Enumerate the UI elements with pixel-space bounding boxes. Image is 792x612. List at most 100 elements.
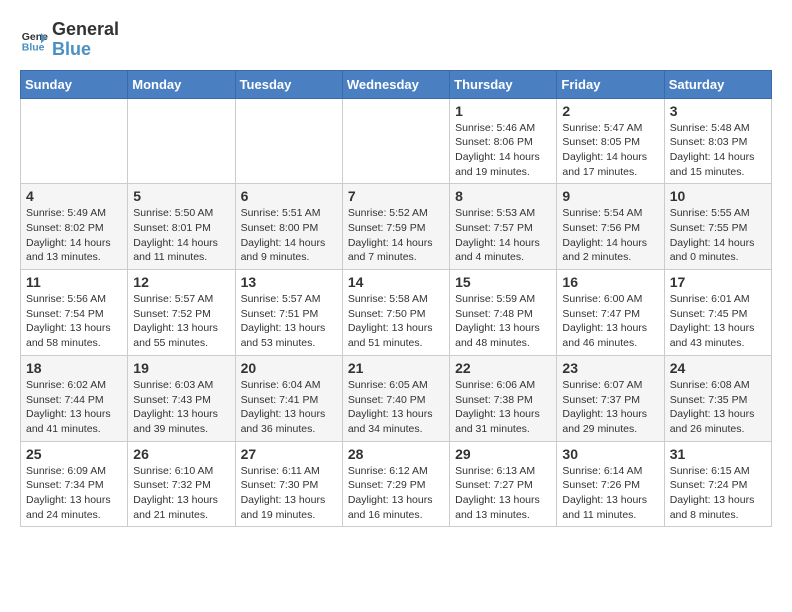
day-number: 25 <box>26 446 122 462</box>
calendar-day-cell: 20 Sunrise: 6:04 AM Sunset: 7:41 PM Dayli… <box>235 355 342 441</box>
day-number: 6 <box>241 188 337 204</box>
day-number: 27 <box>241 446 337 462</box>
calendar-day-cell <box>21 98 128 184</box>
calendar-day-cell: 10Sunrise: 5:55 AM Sunset: 7:55 PM Dayli… <box>664 184 771 270</box>
calendar-day-cell: 7 Sunrise: 5:52 AM Sunset: 7:59 PM Daylig… <box>342 184 449 270</box>
day-number: 1 <box>455 103 551 119</box>
day-number: 26 <box>133 446 229 462</box>
day-number: 7 <box>348 188 444 204</box>
day-number: 12 <box>133 274 229 290</box>
day-info: Sunrise: 6:08 AM Sunset: 7:35 PM Dayligh… <box>670 378 766 437</box>
day-of-week-header: Saturday <box>664 70 771 98</box>
calendar-day-cell <box>235 98 342 184</box>
day-number: 18 <box>26 360 122 376</box>
calendar-day-cell: 18Sunrise: 6:02 AM Sunset: 7:44 PM Dayli… <box>21 355 128 441</box>
day-info: Sunrise: 6:12 AM Sunset: 7:29 PM Dayligh… <box>348 464 444 523</box>
calendar-day-cell: 3Sunrise: 5:48 AM Sunset: 8:03 PM Daylig… <box>664 98 771 184</box>
svg-text:Blue: Blue <box>22 41 45 53</box>
day-info: Sunrise: 6:07 AM Sunset: 7:37 PM Dayligh… <box>562 378 658 437</box>
day-info: Sunrise: 6:04 AM Sunset: 7:41 PM Dayligh… <box>241 378 337 437</box>
calendar-day-cell: 22 Sunrise: 6:06 AM Sunset: 7:38 PM Dayli… <box>450 355 557 441</box>
day-number: 11 <box>26 274 122 290</box>
day-number: 20 <box>241 360 337 376</box>
calendar-day-cell: 29 Sunrise: 6:13 AM Sunset: 7:27 PM Dayli… <box>450 441 557 527</box>
day-info: Sunrise: 5:52 AM Sunset: 7:59 PM Dayligh… <box>348 206 444 265</box>
day-info: Sunrise: 6:11 AM Sunset: 7:30 PM Dayligh… <box>241 464 337 523</box>
calendar-day-cell: 27 Sunrise: 6:11 AM Sunset: 7:30 PM Dayli… <box>235 441 342 527</box>
day-info: Sunrise: 5:53 AM Sunset: 7:57 PM Dayligh… <box>455 206 551 265</box>
day-info: Sunrise: 6:01 AM Sunset: 7:45 PM Dayligh… <box>670 292 766 351</box>
calendar-day-cell: 14 Sunrise: 5:58 AM Sunset: 7:50 PM Dayli… <box>342 270 449 356</box>
day-number: 16 <box>562 274 658 290</box>
day-info: Sunrise: 5:47 AM Sunset: 8:05 PM Dayligh… <box>562 121 658 180</box>
calendar-day-cell: 1 Sunrise: 5:46 AM Sunset: 8:06 PM Daylig… <box>450 98 557 184</box>
day-info: Sunrise: 6:15 AM Sunset: 7:24 PM Dayligh… <box>670 464 766 523</box>
calendar-day-cell: 11 Sunrise: 5:56 AM Sunset: 7:54 PM Dayli… <box>21 270 128 356</box>
day-info: Sunrise: 6:10 AM Sunset: 7:32 PM Dayligh… <box>133 464 229 523</box>
calendar-day-cell: 19 Sunrise: 6:03 AM Sunset: 7:43 PM Dayli… <box>128 355 235 441</box>
day-info: Sunrise: 5:54 AM Sunset: 7:56 PM Dayligh… <box>562 206 658 265</box>
day-number: 10 <box>670 188 766 204</box>
day-info: Sunrise: 5:50 AM Sunset: 8:01 PM Dayligh… <box>133 206 229 265</box>
calendar-day-cell: 30Sunrise: 6:14 AM Sunset: 7:26 PM Dayli… <box>557 441 664 527</box>
day-number: 24 <box>670 360 766 376</box>
day-info: Sunrise: 6:09 AM Sunset: 7:34 PM Dayligh… <box>26 464 122 523</box>
calendar-day-cell <box>342 98 449 184</box>
day-number: 14 <box>348 274 444 290</box>
day-info: Sunrise: 5:58 AM Sunset: 7:50 PM Dayligh… <box>348 292 444 351</box>
day-info: Sunrise: 5:57 AM Sunset: 7:51 PM Dayligh… <box>241 292 337 351</box>
calendar-week-row: 1 Sunrise: 5:46 AM Sunset: 8:06 PM Daylig… <box>21 98 772 184</box>
calendar-week-row: 11 Sunrise: 5:56 AM Sunset: 7:54 PM Dayli… <box>21 270 772 356</box>
day-info: Sunrise: 6:05 AM Sunset: 7:40 PM Dayligh… <box>348 378 444 437</box>
calendar-day-cell: 25 Sunrise: 6:09 AM Sunset: 7:34 PM Dayli… <box>21 441 128 527</box>
page-header: General Blue General Blue <box>20 20 772 60</box>
calendar-day-cell: 5 Sunrise: 5:50 AM Sunset: 8:01 PM Daylig… <box>128 184 235 270</box>
day-of-week-header: Monday <box>128 70 235 98</box>
calendar-week-row: 18Sunrise: 6:02 AM Sunset: 7:44 PM Dayli… <box>21 355 772 441</box>
calendar-day-cell: 9 Sunrise: 5:54 AM Sunset: 7:56 PM Daylig… <box>557 184 664 270</box>
calendar-day-cell: 4Sunrise: 5:49 AM Sunset: 8:02 PM Daylig… <box>21 184 128 270</box>
day-of-week-header: Sunday <box>21 70 128 98</box>
day-of-week-header: Thursday <box>450 70 557 98</box>
calendar-table: SundayMondayTuesdayWednesdayThursdayFrid… <box>20 70 772 528</box>
day-number: 9 <box>562 188 658 204</box>
logo-text: General Blue <box>52 20 119 60</box>
day-number: 4 <box>26 188 122 204</box>
calendar-day-cell: 17Sunrise: 6:01 AM Sunset: 7:45 PM Dayli… <box>664 270 771 356</box>
calendar-day-cell: 8Sunrise: 5:53 AM Sunset: 7:57 PM Daylig… <box>450 184 557 270</box>
day-number: 21 <box>348 360 444 376</box>
day-info: Sunrise: 5:59 AM Sunset: 7:48 PM Dayligh… <box>455 292 551 351</box>
day-number: 29 <box>455 446 551 462</box>
day-number: 31 <box>670 446 766 462</box>
day-info: Sunrise: 6:06 AM Sunset: 7:38 PM Dayligh… <box>455 378 551 437</box>
day-of-week-header: Tuesday <box>235 70 342 98</box>
calendar-day-cell: 12 Sunrise: 5:57 AM Sunset: 7:52 PM Dayli… <box>128 270 235 356</box>
calendar-day-cell: 13 Sunrise: 5:57 AM Sunset: 7:51 PM Dayli… <box>235 270 342 356</box>
calendar-day-cell: 23Sunrise: 6:07 AM Sunset: 7:37 PM Dayli… <box>557 355 664 441</box>
day-info: Sunrise: 5:48 AM Sunset: 8:03 PM Dayligh… <box>670 121 766 180</box>
day-number: 15 <box>455 274 551 290</box>
day-info: Sunrise: 5:57 AM Sunset: 7:52 PM Dayligh… <box>133 292 229 351</box>
logo: General Blue General Blue <box>20 20 119 60</box>
calendar-day-cell: 26 Sunrise: 6:10 AM Sunset: 7:32 PM Dayli… <box>128 441 235 527</box>
day-number: 2 <box>562 103 658 119</box>
calendar-week-row: 4Sunrise: 5:49 AM Sunset: 8:02 PM Daylig… <box>21 184 772 270</box>
calendar-day-cell: 31 Sunrise: 6:15 AM Sunset: 7:24 PM Dayli… <box>664 441 771 527</box>
calendar-day-cell: 28 Sunrise: 6:12 AM Sunset: 7:29 PM Dayli… <box>342 441 449 527</box>
day-number: 13 <box>241 274 337 290</box>
day-info: Sunrise: 6:00 AM Sunset: 7:47 PM Dayligh… <box>562 292 658 351</box>
day-info: Sunrise: 6:13 AM Sunset: 7:27 PM Dayligh… <box>455 464 551 523</box>
day-number: 22 <box>455 360 551 376</box>
day-of-week-header: Wednesday <box>342 70 449 98</box>
calendar-day-cell: 15 Sunrise: 5:59 AM Sunset: 7:48 PM Dayli… <box>450 270 557 356</box>
day-number: 28 <box>348 446 444 462</box>
day-number: 19 <box>133 360 229 376</box>
calendar-week-row: 25 Sunrise: 6:09 AM Sunset: 7:34 PM Dayli… <box>21 441 772 527</box>
day-info: Sunrise: 5:56 AM Sunset: 7:54 PM Dayligh… <box>26 292 122 351</box>
calendar-day-cell: 6Sunrise: 5:51 AM Sunset: 8:00 PM Daylig… <box>235 184 342 270</box>
day-info: Sunrise: 6:03 AM Sunset: 7:43 PM Dayligh… <box>133 378 229 437</box>
logo-icon: General Blue <box>20 26 48 54</box>
day-number: 5 <box>133 188 229 204</box>
day-info: Sunrise: 5:46 AM Sunset: 8:06 PM Dayligh… <box>455 121 551 180</box>
calendar-header-row: SundayMondayTuesdayWednesdayThursdayFrid… <box>21 70 772 98</box>
